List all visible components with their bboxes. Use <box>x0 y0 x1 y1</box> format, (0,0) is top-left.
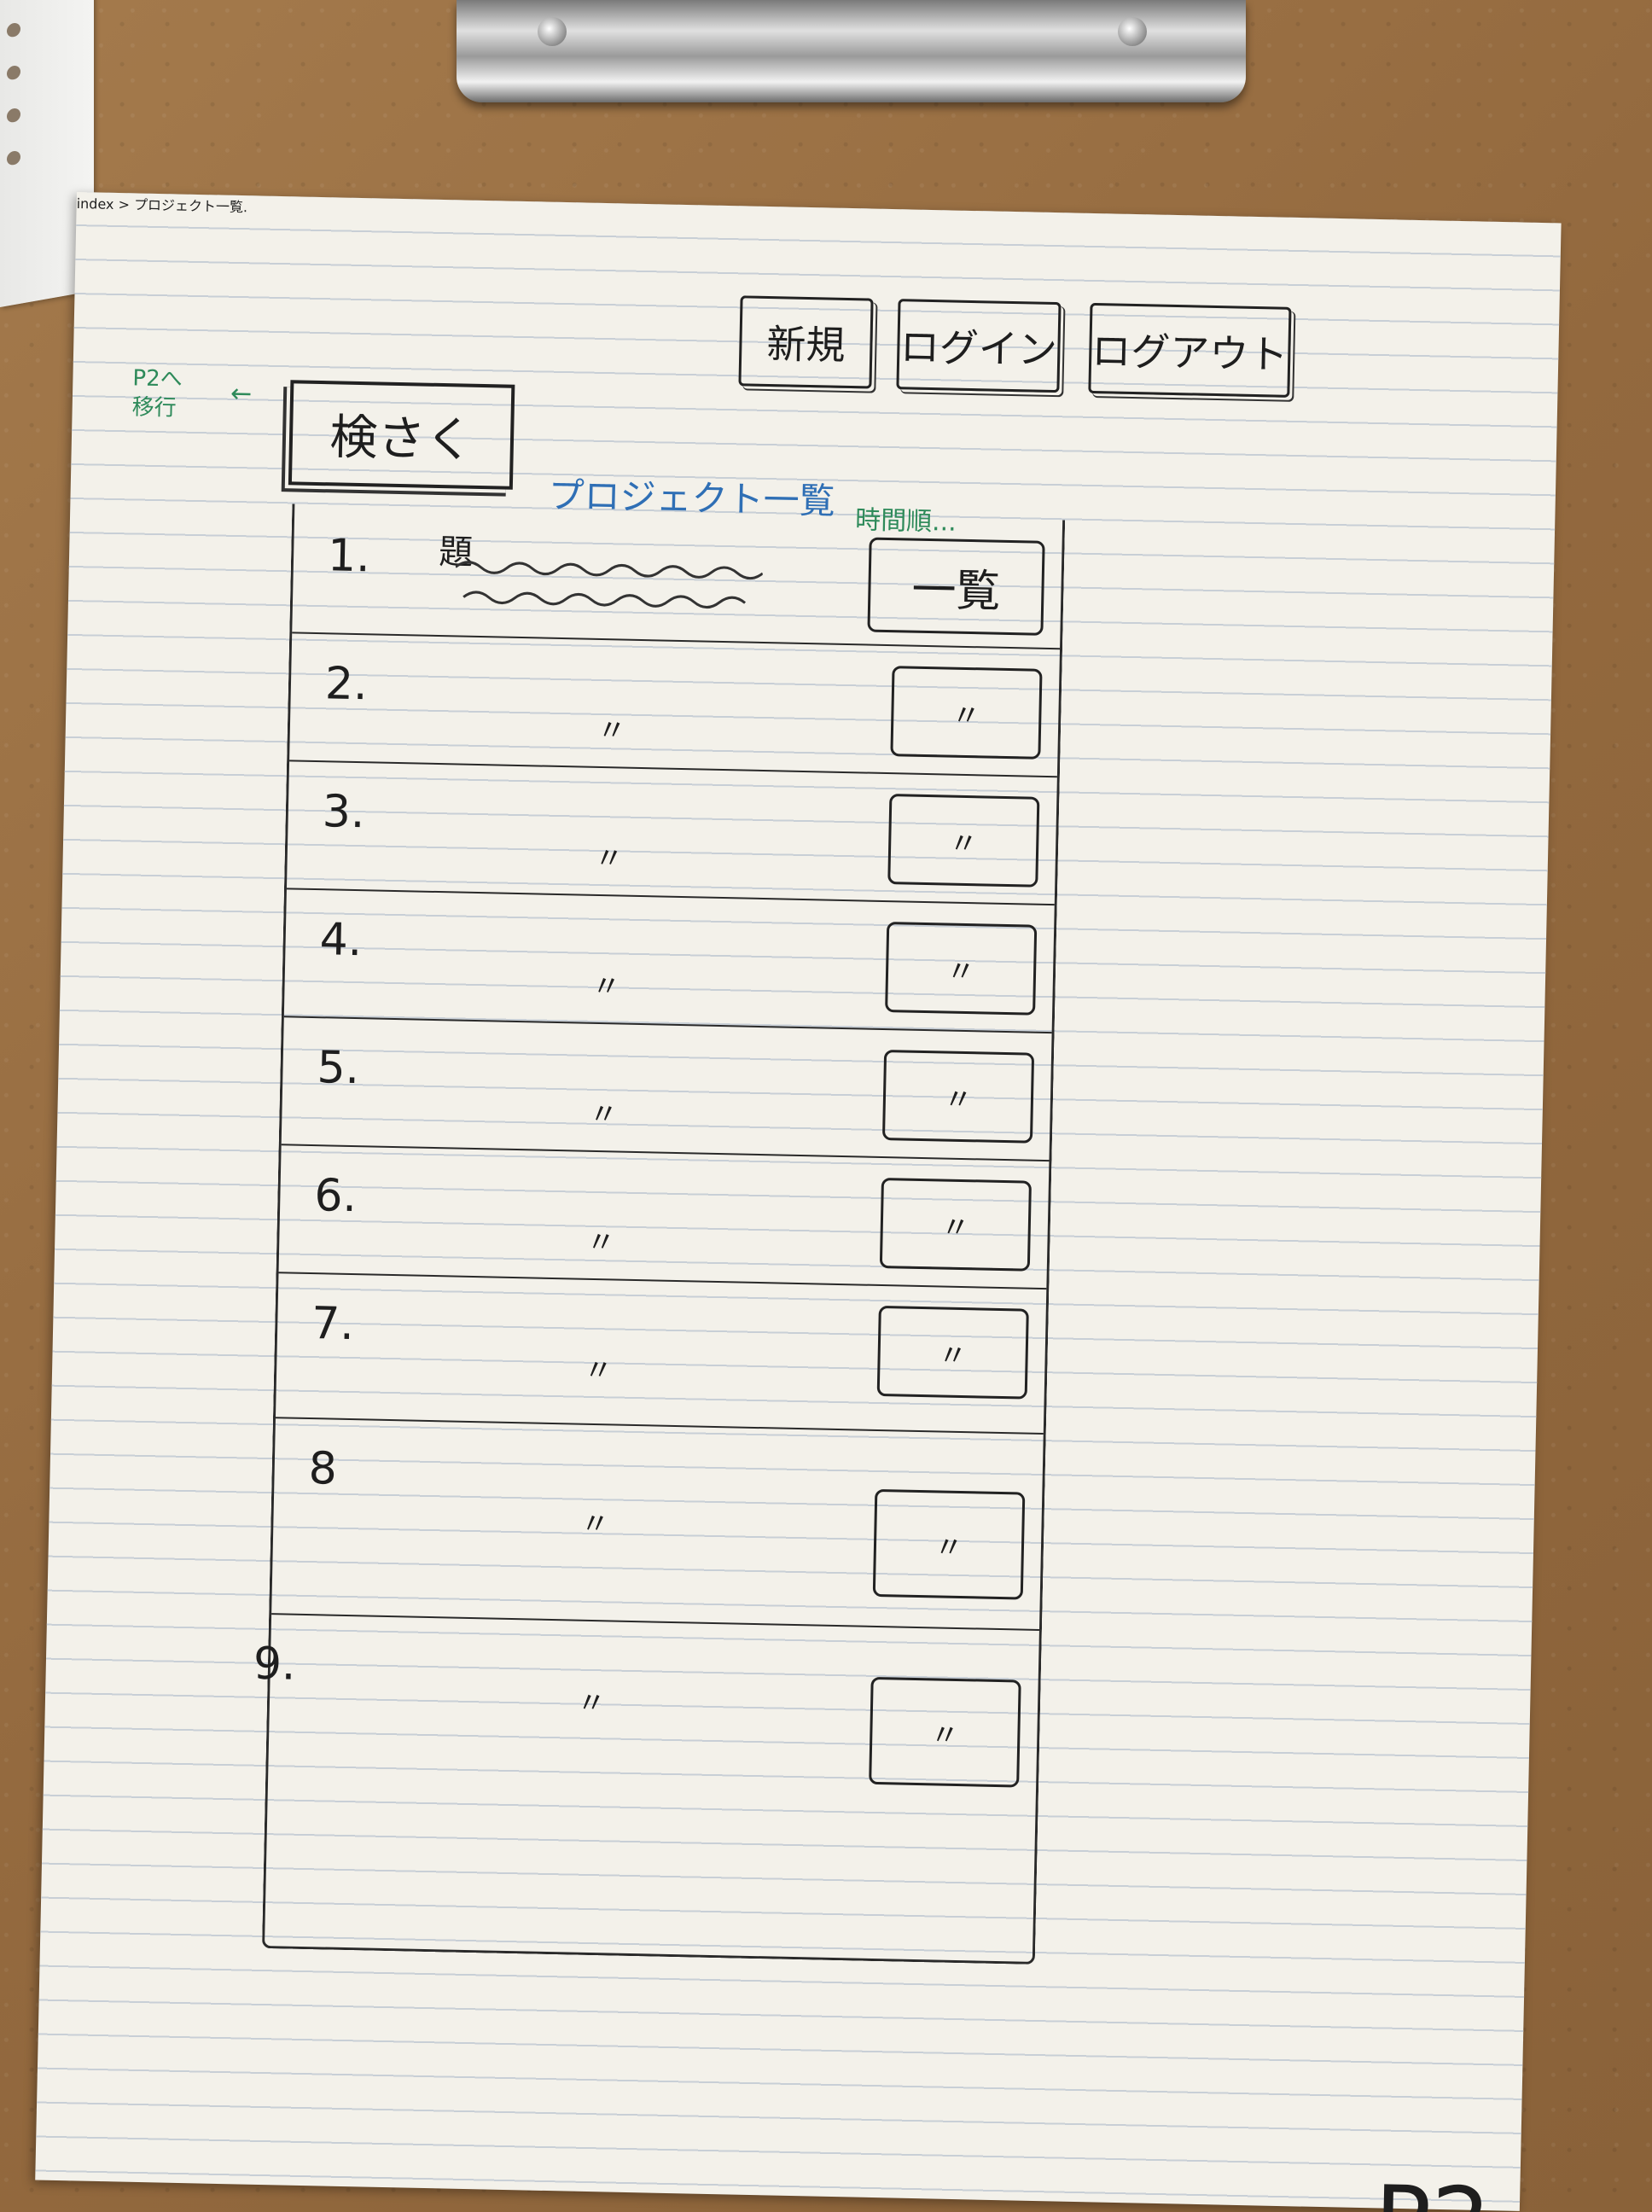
row-number: 1. <box>327 530 371 583</box>
list-item: 7. 〃 〃 <box>275 1272 1047 1435</box>
project-list: 1. 題 一覧 2. 〃 〃 3. 〃 〃 4. 〃 〃 5. 〃 〃 6. 〃… <box>253 504 1066 1965</box>
list-item: 9. 〃 〃 <box>253 1613 1039 1962</box>
row-number: 5. <box>316 1042 360 1095</box>
row-title: 〃 <box>596 713 627 748</box>
list-item: 4. 〃 〃 <box>283 888 1055 1034</box>
new-button[interactable]: 新規 <box>738 295 874 389</box>
row-number: 3. <box>322 786 366 839</box>
row-title: 〃 <box>585 1225 616 1260</box>
view-button[interactable]: 一覧 <box>867 537 1045 636</box>
list-item: 2. 〃 〃 <box>289 632 1061 778</box>
clip-rivet <box>1118 17 1147 46</box>
view-button[interactable]: 〃 <box>890 666 1043 760</box>
list-item: 6. 〃 〃 <box>278 1144 1050 1290</box>
list-item: 8 〃 〃 <box>271 1417 1044 1631</box>
view-button[interactable]: 〃 <box>887 794 1040 888</box>
row-number: 2. <box>324 658 369 711</box>
row-title: 〃 <box>580 1506 610 1542</box>
view-button[interactable]: 〃 <box>872 1488 1026 1600</box>
binder-hole <box>7 107 20 124</box>
row-title: 〃 <box>576 1685 607 1721</box>
row-title: 〃 <box>591 969 622 1004</box>
p2-transition-note: P2へ 移行 <box>131 365 183 422</box>
view-button[interactable]: 〃 <box>879 1178 1032 1272</box>
page-label: P2 <box>1373 2165 1492 2212</box>
row-title: 〃 <box>583 1353 614 1388</box>
sketch-paper: index > プロジェクト一覧. 新規 ログイン ログアウト P2へ 移行 ←… <box>35 192 1562 2212</box>
left-arrow-icon: ← <box>230 378 253 410</box>
row-title: 〃 <box>594 841 625 876</box>
row-number: 4. <box>319 914 363 967</box>
list-item: 3. 〃 〃 <box>286 760 1057 906</box>
list-item: 5. 〃 〃 <box>281 1016 1052 1162</box>
row-number: 9. <box>253 1638 297 1691</box>
search-button[interactable]: 検さく <box>288 380 515 490</box>
row-title: 〃 <box>589 1097 619 1132</box>
view-button[interactable]: 〃 <box>881 1050 1035 1144</box>
title-scribble <box>454 561 764 609</box>
view-button[interactable]: 〃 <box>885 922 1038 1016</box>
login-button[interactable]: ログイン <box>896 299 1062 393</box>
binder-hole <box>7 21 20 38</box>
binder-hole <box>7 149 20 166</box>
logout-button[interactable]: ログアウト <box>1088 302 1292 398</box>
view-button[interactable]: 〃 <box>876 1305 1029 1400</box>
view-button[interactable]: 〃 <box>869 1676 1021 1788</box>
clipboard-clip <box>457 0 1246 102</box>
row-number: 8 <box>308 1443 338 1495</box>
list-item: 1. 題 一覧 <box>292 504 1063 650</box>
row-number: 6. <box>313 1170 358 1223</box>
row-number: 7. <box>311 1298 355 1351</box>
clip-rivet <box>538 17 567 46</box>
breadcrumb: index > プロジェクト一覧. <box>76 195 248 216</box>
binder-hole <box>7 64 20 81</box>
